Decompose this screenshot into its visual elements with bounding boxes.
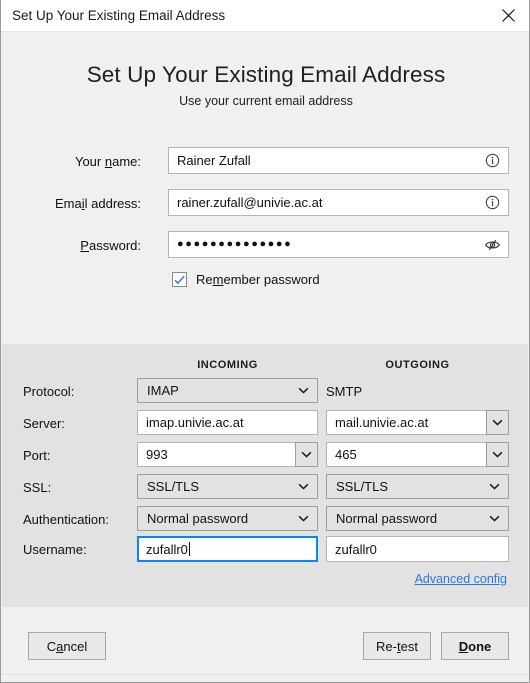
password-input[interactable]: ●●●●●●●●●●●●●● [168,231,509,258]
username-incoming-input[interactable]: zufallr0 [137,536,318,562]
done-button[interactable]: Done [441,632,509,660]
authentication-incoming-value: Normal password [147,511,249,526]
ssl-outgoing-value: SSL/TLS [336,479,389,494]
chevron-down-icon [489,507,500,530]
chevron-down-icon[interactable] [486,442,509,467]
cancel-button[interactable]: Cancel [28,632,106,660]
authentication-label: Authentication: [23,512,110,527]
chevron-down-icon [298,507,309,530]
email-address-value: rainer.zufall@univie.ac.at [177,195,323,210]
password-label: Password: [80,238,141,253]
server-outgoing-value: mail.univie.ac.at [335,415,429,430]
your-name-value: Rainer Zufall [177,153,251,168]
remember-password-checkbox[interactable]: Remember password [172,272,320,287]
username-outgoing-value: zufallr0 [335,541,377,557]
server-label: Server: [23,416,65,431]
username-outgoing-input[interactable]: zufallr0 [326,536,509,562]
your-name-label: Your name: [74,154,141,169]
authentication-incoming-select[interactable]: Normal password [137,506,318,531]
chevron-down-icon [298,475,309,498]
email-address-label: Email address: [55,196,141,211]
email-address-input[interactable]: rainer.zufall@univie.ac.at [168,189,509,216]
server-incoming-input[interactable]: imap.univie.ac.at [137,410,318,435]
username-label: Username: [23,542,87,557]
protocol-incoming-value: IMAP [147,383,179,398]
advanced-config-link[interactable]: Advanced config [415,572,507,586]
text-cursor [188,542,190,556]
column-header-outgoing: OUTGOING [385,359,450,371]
port-outgoing-value: 465 [335,447,357,462]
chevron-down-icon[interactable] [295,442,318,467]
server-outgoing-combo[interactable]: mail.univie.ac.at [326,410,509,435]
setup-email-dialog: Set Up Your Existing Email Address Set U… [0,0,530,683]
protocol-outgoing-value: SMTP [326,384,363,399]
remember-password-label: Remember password [196,272,320,287]
password-value: ●●●●●●●●●●●●●● [177,238,293,250]
ssl-incoming-select[interactable]: SSL/TLS [137,474,318,499]
footer-divider [2,674,528,675]
port-incoming-value: 993 [146,447,168,462]
chevron-down-icon [489,475,500,498]
page-title: Set Up Your Existing Email Address [86,62,446,87]
column-header-incoming: INCOMING [197,359,258,371]
chevron-down-icon[interactable] [486,410,509,435]
port-label: Port: [23,448,51,463]
protocol-label: Protocol: [23,384,75,399]
eye-slash-icon[interactable] [479,231,505,258]
titlebar: Set Up Your Existing Email Address [1,0,529,32]
port-incoming-combo[interactable]: 993 [137,442,318,467]
server-incoming-value: imap.univie.ac.at [146,415,244,430]
chevron-down-icon [298,379,309,402]
retest-button[interactable]: Re-test [363,632,431,660]
window-title: Set Up Your Existing Email Address [12,8,226,23]
port-outgoing-combo[interactable]: 465 [326,442,509,467]
authentication-outgoing-select[interactable]: Normal password [326,506,509,531]
page-subtitle: Use your current email address [179,94,353,108]
protocol-incoming-select[interactable]: IMAP [137,378,318,403]
close-icon[interactable] [485,0,529,31]
authentication-outgoing-value: Normal password [336,511,438,526]
your-name-input[interactable]: Rainer Zufall [168,147,509,174]
ssl-label: SSL: [23,480,52,495]
info-circle-icon[interactable] [479,147,505,174]
checkbox-box [172,272,187,287]
ssl-incoming-value: SSL/TLS [147,479,200,494]
username-incoming-value: zufallr0 [146,541,188,557]
ssl-outgoing-select[interactable]: SSL/TLS [326,474,509,499]
info-circle-icon[interactable] [479,189,505,216]
